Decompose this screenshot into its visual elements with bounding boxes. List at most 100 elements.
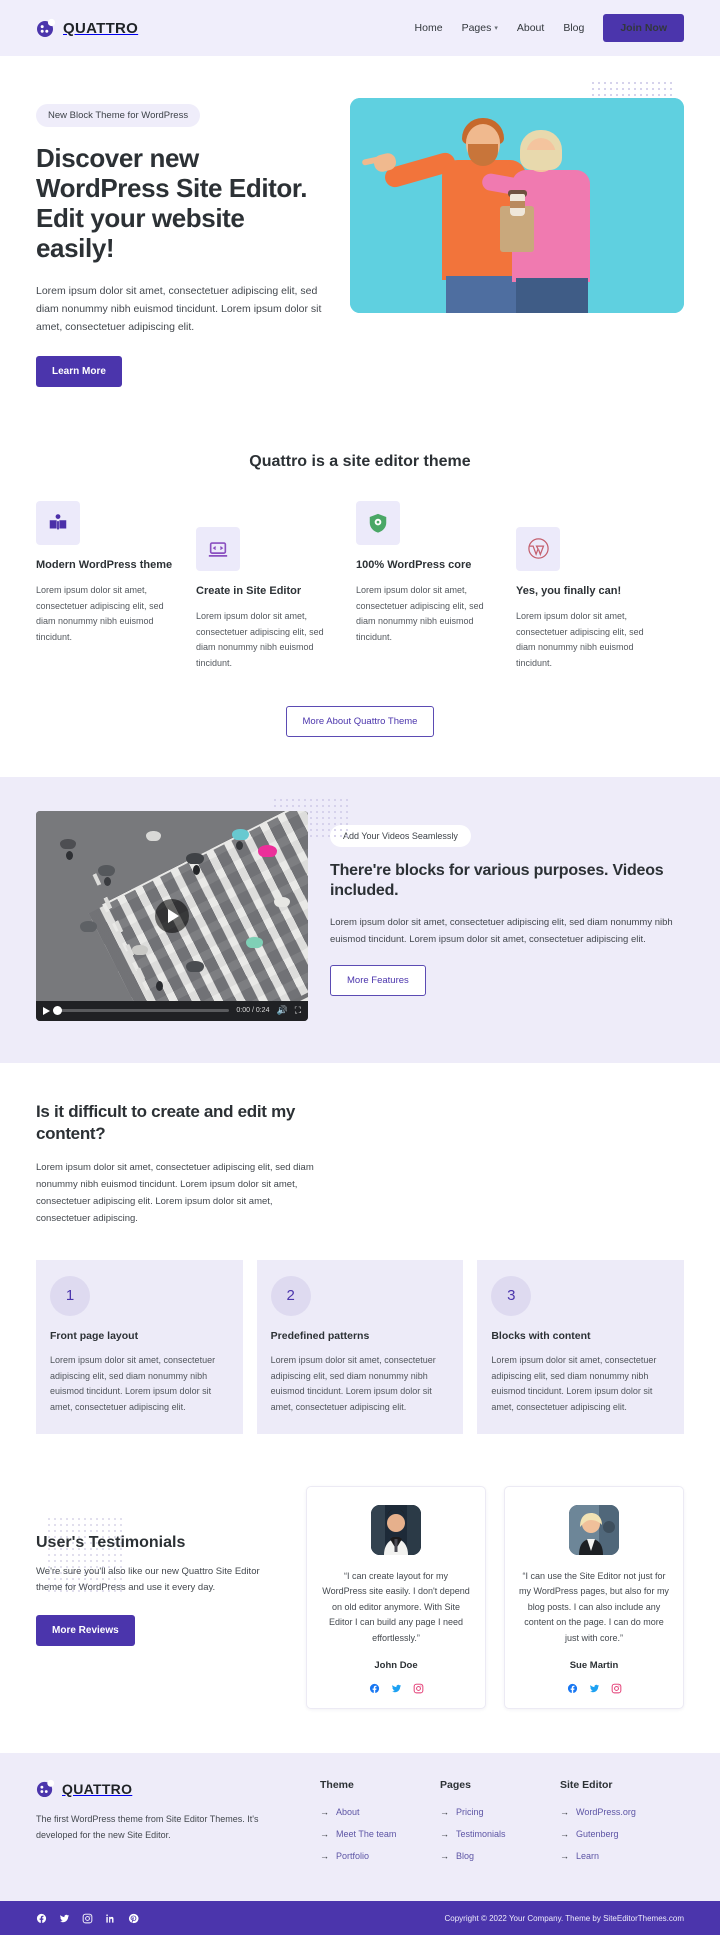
linkedin-icon[interactable] — [105, 1913, 116, 1924]
play-icon[interactable] — [43, 1006, 50, 1015]
instagram-icon[interactable] — [611, 1683, 622, 1694]
video-controls: 0:00 / 0:24 🔊 ⛶ — [36, 1000, 308, 1021]
facebook-icon[interactable] — [369, 1683, 380, 1694]
feature-card: Modern WordPress theme Lorem ipsum dolor… — [36, 500, 182, 646]
learn-more-button[interactable]: Learn More — [36, 355, 122, 387]
volume-icon[interactable]: 🔊 — [276, 1006, 287, 1015]
footer-column-heading: Pages — [440, 1779, 471, 1792]
footer-link-testimonials[interactable]: → Testimonials — [440, 1829, 538, 1839]
footer-link-label: WordPress.org — [576, 1807, 636, 1818]
feature-title: Modern WordPress theme — [36, 558, 173, 571]
twitter-icon[interactable] — [59, 1913, 70, 1924]
arrow-right-icon: → — [320, 1851, 329, 1862]
footer-link-about[interactable]: → About — [320, 1807, 418, 1817]
footer-link-pricing[interactable]: → Pricing — [440, 1807, 538, 1817]
footer-link-label: Learn — [576, 1851, 600, 1862]
footer-brand-name: QUATTRO — [62, 1780, 133, 1797]
instagram-icon[interactable] — [413, 1683, 424, 1694]
feature-title: 100% WordPress core — [356, 558, 472, 571]
steps-section: Is it difficult to create and edit my co… — [0, 1063, 720, 1480]
footer-bottom-bar: Copyright © 2022 Your Company. Theme by … — [0, 1901, 720, 1935]
step-number: 2 — [270, 1275, 311, 1316]
more-features-button[interactable]: More Features — [330, 964, 426, 996]
avatar — [371, 1504, 421, 1555]
facebook-icon[interactable] — [36, 1913, 47, 1924]
step-card: 2 Predefined patterns Lorem ipsum dolor … — [256, 1259, 464, 1434]
step-number: 3 — [491, 1275, 532, 1316]
site-footer: QUATTRO The first WordPress theme from S… — [0, 1753, 720, 1902]
footer-brand-link[interactable]: QUATTRO — [36, 1779, 298, 1798]
instagram-icon[interactable] — [82, 1913, 93, 1924]
feature-text: Lorem ipsum dolor sit amet, consectetuer… — [196, 610, 324, 669]
more-about-quattro-theme-button[interactable]: More About Quattro Theme — [285, 705, 435, 737]
footer-link-gutenberg[interactable]: → Gutenberg — [560, 1829, 658, 1839]
features-grid: Modern WordPress theme Lorem ipsum dolor… — [36, 500, 684, 672]
step-text: Lorem ipsum dolor sit amet, consectetuer… — [270, 1354, 436, 1413]
footer-column-heading: Theme — [320, 1779, 354, 1792]
video-section: 0:00 / 0:24 🔊 ⛶ Add Your Videos Seamless… — [0, 776, 720, 1063]
testimonial-author: Sue Martin — [569, 1660, 619, 1672]
video-progress-slider[interactable] — [53, 1006, 230, 1016]
quattro-logo-icon — [36, 18, 56, 38]
feature-text: Lorem ipsum dolor sit amet, consectetuer… — [36, 584, 164, 643]
nav-label: About — [516, 22, 545, 34]
join-now-button[interactable]: Join Now — [603, 13, 684, 43]
features-section: Quattro is a site editor theme Modern Wo… — [0, 427, 720, 777]
twitter-icon[interactable] — [589, 1683, 600, 1694]
pinterest-icon[interactable] — [128, 1913, 139, 1924]
hero-description: Lorem ipsum dolor sit amet, consectetuer… — [36, 284, 322, 333]
primary-nav: Home Pages ▾ About Blog Join Now — [415, 13, 684, 43]
feature-card: 100% WordPress core Lorem ipsum dolor si… — [356, 500, 502, 646]
nav-item-home[interactable]: Home — [415, 22, 443, 34]
footer-link-label: Gutenberg — [576, 1829, 619, 1840]
feature-text: Lorem ipsum dolor sit amet, consectetuer… — [356, 584, 484, 643]
brand-logo-link[interactable]: QUATTRO — [36, 18, 138, 38]
footer-about-text: The first WordPress theme from Site Edit… — [36, 1814, 259, 1841]
hero-section: New Block Theme for WordPress Discover n… — [0, 56, 720, 427]
video-progress-knob[interactable] — [53, 1006, 62, 1016]
avatar — [569, 1504, 619, 1555]
arrow-right-icon: → — [560, 1851, 569, 1862]
fullscreen-icon[interactable]: ⛶ — [295, 1006, 301, 1015]
hero-media — [350, 80, 684, 387]
arrow-right-icon: → — [440, 1851, 449, 1862]
nav-label: Pages — [461, 22, 492, 34]
testimonial-socials — [321, 1683, 471, 1694]
footer-social-links — [36, 1913, 139, 1924]
copyright-text: Copyright © 2022 Your Company. Theme by … — [444, 1913, 685, 1923]
footer-link-label: Pricing — [456, 1807, 484, 1818]
testimonials-text: We're sure you'll also like our new Quat… — [36, 1565, 260, 1594]
footer-link-portfolio[interactable]: → Portfolio — [320, 1851, 418, 1861]
arrow-right-icon: → — [320, 1807, 329, 1818]
steps-title: Is it difficult to create and edit my co… — [36, 1101, 296, 1143]
more-reviews-button[interactable]: More Reviews — [36, 1614, 135, 1646]
nav-item-blog[interactable]: Blog — [563, 22, 584, 34]
feature-title: Yes, you finally can! — [516, 584, 622, 597]
brand-name: QUATTRO — [63, 19, 139, 37]
play-overlay-button[interactable] — [155, 898, 189, 933]
footer-link-meet-the-team[interactable]: → Meet The team — [320, 1829, 418, 1839]
footer-link-label: Testimonials — [456, 1829, 506, 1840]
footer-link-label: About — [336, 1807, 360, 1818]
nav-item-about[interactable]: About — [517, 22, 544, 34]
step-text: Lorem ipsum dolor sit amet, consectetuer… — [50, 1354, 216, 1413]
feature-text: Lorem ipsum dolor sit amet, consectetuer… — [516, 610, 644, 669]
nav-item-pages[interactable]: Pages ▾ — [462, 22, 498, 34]
arrow-right-icon: → — [560, 1807, 569, 1818]
video-player[interactable]: 0:00 / 0:24 🔊 ⛶ — [36, 810, 308, 1021]
footer-link-blog[interactable]: → Blog — [440, 1851, 538, 1861]
testimonial-card: “I can create layout for my WordPress si… — [306, 1485, 486, 1710]
footer-link-wordpress-org[interactable]: → WordPress.org — [560, 1807, 658, 1817]
arrow-right-icon: → — [440, 1807, 449, 1818]
arrow-right-icon: → — [440, 1829, 449, 1840]
step-title: Blocks with content — [491, 1329, 591, 1342]
footer-link-learn[interactable]: → Learn — [560, 1851, 658, 1861]
facebook-icon[interactable] — [567, 1683, 578, 1694]
landing-page: QUATTRO Home Pages ▾ About Blog Join Now … — [0, 0, 720, 1935]
site-header: QUATTRO Home Pages ▾ About Blog Join Now — [0, 0, 720, 56]
step-card: 1 Front page layout Lorem ipsum dolor si… — [36, 1259, 243, 1434]
features-title: Quattro is a site editor theme — [249, 452, 471, 470]
feature-title: Create in Site Editor — [196, 584, 302, 597]
chevron-down-icon: ▾ — [494, 25, 498, 32]
twitter-icon[interactable] — [391, 1683, 402, 1694]
